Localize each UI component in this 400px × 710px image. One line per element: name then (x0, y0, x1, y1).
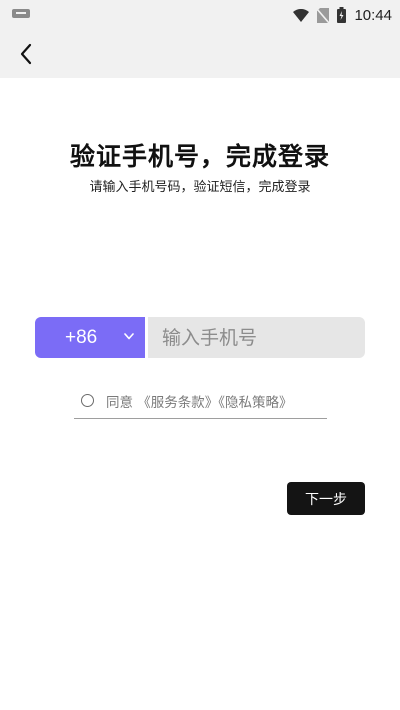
battery-charging-icon (337, 7, 347, 23)
page-subtitle: 请输入手机号码，验证短信，完成登录 (89, 180, 311, 195)
privacy-link[interactable]: 《隐私策略》 (218, 395, 292, 411)
page-title: 验证手机号，完成登录 (69, 142, 330, 171)
phone-input[interactable] (148, 317, 365, 358)
country-code-value: +86 (65, 326, 98, 348)
status-icons: 10:44 (293, 0, 392, 30)
chevron-down-icon (124, 333, 134, 340)
wifi-icon (293, 8, 310, 22)
chevron-left-icon (20, 43, 32, 65)
top-bar (0, 30, 400, 78)
status-bar: 10:44 (0, 0, 400, 30)
keyboard-icon (12, 9, 30, 18)
next-button[interactable]: 下一步 (287, 482, 365, 515)
terms-link[interactable]: 《服务条款》 (137, 395, 218, 411)
status-time: 10:44 (354, 6, 392, 24)
agree-radio[interactable] (81, 394, 94, 407)
phone-row: +86 (35, 317, 365, 358)
country-code-select[interactable]: +86 (35, 317, 145, 358)
back-button[interactable] (8, 36, 44, 72)
agreement-row: 同意 《服务条款》《隐私策略》 (74, 388, 327, 419)
agreement-text: 同意 《服务条款》《隐私策略》 (106, 391, 293, 411)
agree-prefix: 同意 (106, 395, 133, 411)
no-sim-icon (317, 7, 330, 23)
